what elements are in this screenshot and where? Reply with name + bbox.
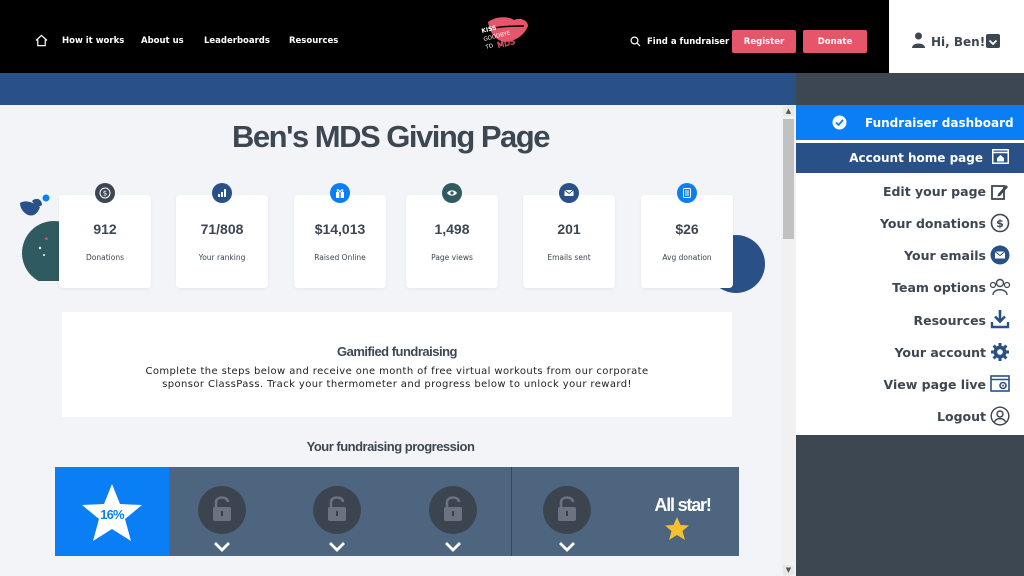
browser-home-icon (992, 149, 1009, 164)
fundraiser-sidebar: Fundraiser dashboard Account home page E… (796, 105, 1024, 435)
edit-icon[interactable] (990, 182, 1010, 202)
user-greeting: Hi, Ben! (931, 35, 986, 49)
calculator-icon (677, 183, 697, 203)
stat-card-emails-sent: 201 Emails sent (523, 183, 615, 288)
nav-how-it-works[interactable]: How it works (62, 36, 124, 46)
page-scrollbar[interactable]: ▲ ▼ (781, 105, 796, 576)
sidebar-item-logout[interactable]: Logout (937, 409, 986, 424)
fundraiser-dashboard-label: Fundraiser dashboard (865, 115, 1014, 130)
donate-button[interactable]: Donate (803, 30, 867, 53)
logo-text-to: TO (484, 43, 495, 51)
fundraiser-dashboard-button[interactable]: Fundraiser dashboard (796, 105, 1024, 140)
home-icon[interactable] (35, 34, 48, 47)
hero-banner (0, 73, 796, 105)
sidebar-footer (796, 435, 1024, 576)
chevron-down-icon (214, 542, 230, 552)
envelope-icon (559, 183, 579, 203)
lock-icon (543, 486, 591, 534)
kiss-goodbye-to-mds-logo[interactable]: KISS GOODBYE TO MDS (474, 14, 534, 60)
sidebar-item-donations[interactable]: Your donations (880, 216, 986, 231)
progress-step-locked[interactable] (399, 467, 511, 556)
stat-card-avg-donation: $26 Avg donation (641, 183, 733, 288)
sidebar-item-resources[interactable]: Resources (913, 313, 986, 328)
chevron-down-icon (445, 542, 461, 552)
team-icon[interactable] (988, 277, 1012, 297)
sidebar-item-account-home[interactable]: Account home page (796, 143, 1024, 173)
progress-step-locked[interactable] (512, 467, 626, 556)
decorative-shapes-left (20, 194, 64, 281)
sidebar-item-edit-page[interactable]: Edit your page (883, 184, 986, 199)
find-fundraiser-label: Find a fundraiser (647, 36, 730, 47)
stat-value: 1,498 (434, 221, 470, 237)
gamified-fundraising-panel: Gamified fundraising Complete the steps … (62, 312, 732, 417)
user-icon (912, 32, 925, 48)
stat-card-donations: $ 912 Donations (59, 183, 151, 288)
nav-leaderboards[interactable]: Leaderboards (204, 36, 270, 46)
stat-card-raised-online: $14,013 Raised Online (294, 183, 386, 288)
stat-label: Raised Online (314, 253, 366, 262)
gold-star-icon (665, 517, 689, 540)
gear-icon[interactable] (990, 342, 1010, 362)
stat-label: Avg donation (662, 253, 712, 262)
register-button[interactable]: Register (732, 30, 796, 53)
gamified-title: Gamified fundraising (336, 344, 458, 359)
lock-icon (313, 486, 361, 534)
dollar-icon: $ (95, 183, 115, 203)
sidebar-item-emails[interactable]: Your emails (904, 248, 986, 263)
gamified-description: Complete the steps below and receive one… (145, 366, 649, 390)
scrollbar-thumb[interactable] (783, 119, 794, 239)
gift-icon (330, 183, 350, 203)
user-circle-icon[interactable] (990, 406, 1010, 426)
progress-percent-label: 16% (100, 507, 124, 522)
sidebar-item-view-page-live[interactable]: View page live (884, 377, 986, 392)
find-fundraiser-link[interactable]: Find a fundraiser (630, 36, 729, 47)
envelope-icon[interactable] (990, 245, 1010, 265)
sidebar-top-strip (796, 73, 1024, 105)
all-star-label: All star! (654, 495, 711, 515)
sidebar-item-label: Account home page (849, 151, 983, 165)
check-circle-icon (832, 115, 847, 130)
main-content: Ben's MDS Giving Page $ 912 Donations 71… (0, 105, 781, 576)
lock-icon (429, 486, 477, 534)
stat-label: Your ranking (198, 253, 246, 262)
page-title: Ben's MDS Giving Page (232, 119, 550, 154)
stat-value: 201 (557, 221, 581, 237)
scroll-down-arrow[interactable]: ▼ (783, 565, 794, 575)
eye-icon (442, 183, 462, 203)
stat-label: Emails sent (547, 253, 591, 262)
stat-value: 912 (93, 221, 117, 237)
top-navigation-bar: How it works About us Leaderboards Resou… (0, 0, 889, 73)
chevron-down-icon (559, 542, 575, 552)
search-icon (630, 36, 641, 47)
progress-final-step[interactable]: All star! (626, 467, 739, 556)
scroll-up-arrow[interactable]: ▲ (783, 106, 794, 116)
progress-step-locked[interactable] (284, 467, 399, 556)
progression-title: Your fundraising progression (306, 439, 475, 454)
stat-value: $14,013 (314, 221, 366, 237)
progress-step-locked[interactable] (169, 467, 284, 556)
stat-label: Donations (86, 253, 124, 262)
stat-card-ranking: 71/808 Your ranking (176, 183, 268, 288)
svg-text:$: $ (103, 190, 107, 198)
sidebar-item-your-account[interactable]: Your account (894, 345, 986, 360)
chevron-down-icon (988, 39, 998, 46)
user-menu[interactable]: Hi, Ben! (889, 0, 1024, 73)
sidebar-item-team-options[interactable]: Team options (892, 280, 986, 295)
fundraising-progression-strip: 16% All star! (55, 467, 739, 556)
stat-label: Page views (431, 253, 473, 262)
svg-text:$: $ (996, 217, 1004, 230)
stat-card-page-views: 1,498 Page views (406, 183, 498, 288)
chevron-down-icon (329, 542, 345, 552)
dollar-icon[interactable]: $ (990, 213, 1010, 233)
progress-current-step: 16% (55, 467, 169, 556)
user-menu-toggle[interactable] (986, 34, 1000, 48)
stat-value: $26 (675, 221, 699, 237)
browser-settings-icon[interactable] (990, 374, 1010, 394)
nav-about-us[interactable]: About us (141, 36, 184, 46)
download-icon[interactable] (990, 309, 1010, 329)
stat-value: 71/808 (200, 221, 244, 237)
lock-icon (198, 486, 246, 534)
nav-resources[interactable]: Resources (289, 36, 338, 46)
bar-chart-icon (212, 183, 232, 203)
